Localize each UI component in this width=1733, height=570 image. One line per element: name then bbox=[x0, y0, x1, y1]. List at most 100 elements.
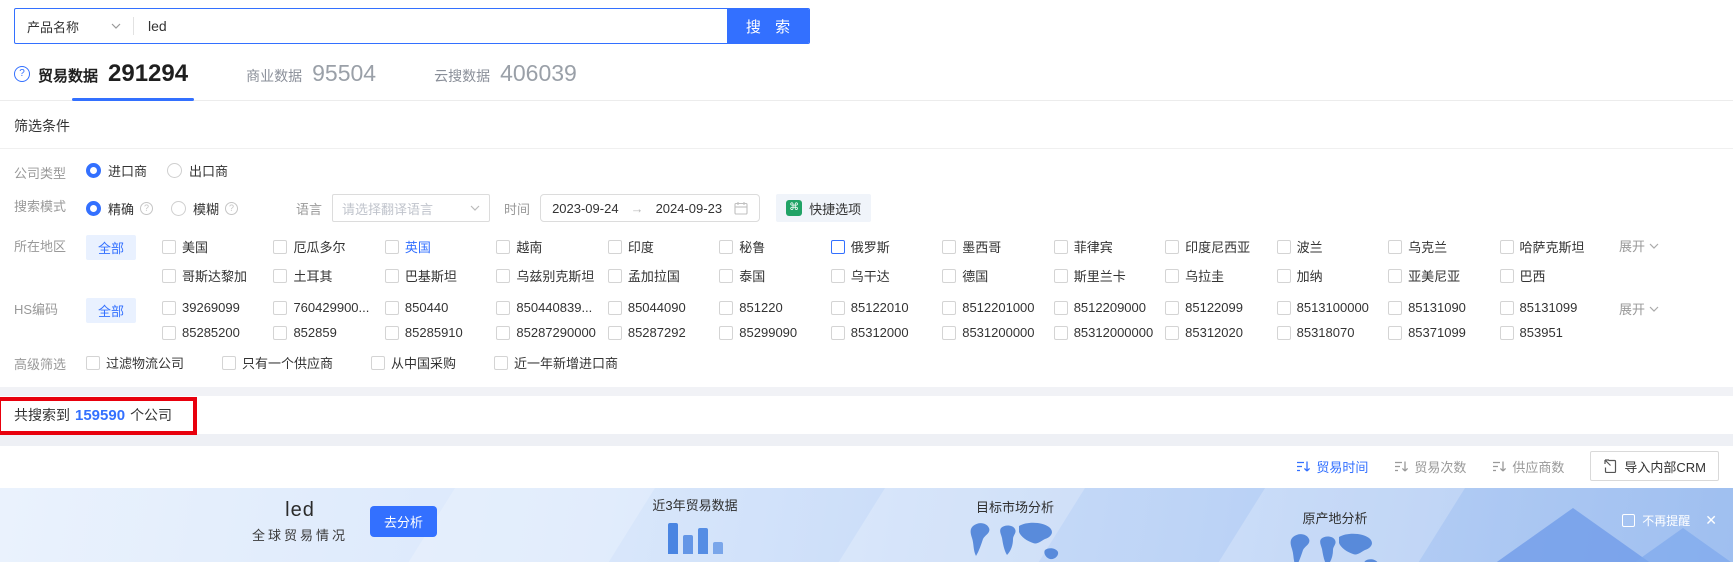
hs-checkbox-item[interactable]: 85287292 bbox=[607, 325, 719, 340]
checkbox[interactable] bbox=[496, 239, 511, 254]
hs-checkbox-item[interactable]: 85285200 bbox=[162, 325, 273, 340]
hs-checkbox-item[interactable]: 852859 bbox=[273, 325, 384, 340]
checkbox[interactable] bbox=[1276, 239, 1291, 254]
sort-trade-time[interactable]: 贸易时间 bbox=[1296, 457, 1368, 476]
checkbox[interactable] bbox=[607, 239, 622, 254]
region-checkbox-item[interactable]: 哥斯达黎加 bbox=[162, 266, 273, 285]
region-checkbox-item[interactable]: 乌兹别克斯坦 bbox=[496, 266, 607, 285]
hs-checkbox-item[interactable]: 8513100000 bbox=[1276, 300, 1388, 315]
hs-checkbox-item[interactable]: 39269099 bbox=[162, 300, 273, 315]
card-trade-data[interactable]: 近3年贸易数据 bbox=[640, 495, 750, 554]
search-input[interactable] bbox=[134, 9, 727, 43]
checkbox[interactable] bbox=[1388, 239, 1403, 254]
date-start[interactable]: 2023-09-24 bbox=[552, 201, 619, 216]
region-checkbox-item[interactable]: 英国 bbox=[384, 237, 496, 256]
checkbox[interactable] bbox=[607, 268, 622, 283]
card-origin-analysis[interactable]: 原产地分析 bbox=[1275, 508, 1395, 562]
hs-checkbox-item[interactable]: 8512201000 bbox=[942, 300, 1053, 315]
radio-importer[interactable]: 进口商 bbox=[86, 161, 147, 180]
hs-checkbox-item[interactable]: 85285910 bbox=[384, 325, 496, 340]
card-target-market[interactable]: 目标市场分析 bbox=[955, 497, 1075, 562]
checkbox[interactable] bbox=[222, 355, 237, 370]
hs-checkbox-item[interactable]: 85371099 bbox=[1388, 325, 1499, 340]
checkbox[interactable] bbox=[607, 325, 622, 340]
date-end[interactable]: 2024-09-23 bbox=[656, 201, 723, 216]
hs-checkbox-item[interactable]: 85131090 bbox=[1388, 300, 1499, 315]
checkbox[interactable] bbox=[830, 239, 845, 254]
region-checkbox-item[interactable]: 越南 bbox=[496, 237, 607, 256]
question-circle-icon[interactable]: ? bbox=[14, 66, 30, 82]
date-range-picker[interactable]: 2023-09-24 → 2024-09-23 bbox=[540, 194, 761, 222]
region-checkbox-item[interactable]: 巴基斯坦 bbox=[384, 266, 496, 285]
tab-cloud-search-data[interactable]: 云搜数据 406039 bbox=[434, 60, 577, 99]
checkbox[interactable] bbox=[1165, 268, 1180, 283]
hs-all-chip[interactable]: 全部 bbox=[86, 298, 137, 323]
region-expand-button[interactable]: 展开 bbox=[1619, 234, 1719, 255]
region-checkbox-item[interactable]: 土耳其 bbox=[273, 266, 384, 285]
hs-checkbox-item[interactable]: 8512209000 bbox=[1053, 300, 1165, 315]
sort-supplier-count[interactable]: 供应商数 bbox=[1492, 457, 1564, 476]
checkbox[interactable] bbox=[273, 300, 288, 315]
hs-checkbox-item[interactable]: 853951 bbox=[1499, 325, 1611, 340]
hs-expand-button[interactable]: 展开 bbox=[1619, 297, 1719, 318]
checkbox[interactable] bbox=[1388, 325, 1403, 340]
region-checkbox-item[interactable]: 巴西 bbox=[1499, 266, 1611, 285]
checkbox[interactable] bbox=[942, 268, 957, 283]
checkbox[interactable] bbox=[384, 239, 399, 254]
checkbox[interactable] bbox=[273, 239, 288, 254]
checkbox[interactable] bbox=[1499, 268, 1514, 283]
radio-exact-mode[interactable]: 精确 bbox=[86, 199, 134, 218]
hs-checkbox-item[interactable]: 85287290000 bbox=[496, 325, 607, 340]
radio-selected-icon[interactable] bbox=[86, 200, 101, 216]
checkbox[interactable] bbox=[1053, 239, 1068, 254]
advanced-checkbox-item[interactable]: 只有一个供应商 bbox=[222, 353, 333, 372]
advanced-checkbox-item[interactable]: 过滤物流公司 bbox=[86, 353, 184, 372]
hs-checkbox-item[interactable]: 850440839... bbox=[496, 300, 607, 315]
region-checkbox-item[interactable]: 乌拉圭 bbox=[1165, 266, 1276, 285]
hs-checkbox-item[interactable]: 85312020 bbox=[1165, 325, 1276, 340]
checkbox[interactable] bbox=[1053, 325, 1068, 340]
quick-options-button[interactable]: ⌘ 快捷选项 bbox=[776, 194, 872, 222]
checkbox[interactable] bbox=[1388, 268, 1403, 283]
region-checkbox-item[interactable]: 美国 bbox=[162, 237, 273, 256]
region-checkbox-item[interactable]: 波兰 bbox=[1276, 237, 1388, 256]
hs-checkbox-item[interactable]: 850440 bbox=[384, 300, 496, 315]
checkbox[interactable] bbox=[384, 325, 399, 340]
checkbox[interactable] bbox=[162, 300, 176, 315]
checkbox[interactable] bbox=[942, 325, 957, 340]
checkbox[interactable] bbox=[830, 325, 845, 340]
hs-checkbox-item[interactable]: 760429900... bbox=[273, 300, 384, 315]
hs-checkbox-item[interactable]: 85122099 bbox=[1165, 300, 1276, 315]
checkbox[interactable] bbox=[1053, 300, 1068, 315]
tab-trade-data[interactable]: ? 贸易数据 291294 bbox=[14, 60, 195, 101]
language-select[interactable]: 请选择翻译语言 bbox=[332, 194, 491, 222]
radio-icon[interactable] bbox=[171, 200, 187, 216]
advanced-checkbox-item[interactable]: 从中国采购 bbox=[371, 353, 456, 372]
checkbox[interactable] bbox=[1276, 325, 1291, 340]
region-checkbox-item[interactable]: 亚美尼亚 bbox=[1388, 266, 1499, 285]
dismiss-checkbox[interactable] bbox=[1622, 514, 1636, 527]
region-checkbox-item[interactable]: 乌克兰 bbox=[1388, 237, 1499, 256]
radio-fuzzy-mode[interactable]: 模糊 bbox=[171, 199, 219, 218]
checkbox[interactable] bbox=[1053, 268, 1068, 283]
region-checkbox-item[interactable]: 泰国 bbox=[719, 266, 830, 285]
region-checkbox-item[interactable]: 乌干达 bbox=[830, 266, 942, 285]
checkbox[interactable] bbox=[830, 300, 845, 315]
checkbox[interactable] bbox=[719, 325, 734, 340]
checkbox[interactable] bbox=[1165, 325, 1180, 340]
sort-trade-count[interactable]: 贸易次数 bbox=[1394, 457, 1466, 476]
checkbox[interactable] bbox=[1276, 268, 1291, 283]
checkbox[interactable] bbox=[1276, 300, 1291, 315]
radio-selected-icon[interactable] bbox=[86, 163, 101, 178]
region-checkbox-item[interactable]: 厄瓜多尔 bbox=[273, 237, 384, 256]
checkbox[interactable] bbox=[1499, 300, 1514, 315]
region-checkbox-item[interactable]: 墨西哥 bbox=[942, 237, 1053, 256]
tab-business-data[interactable]: 商业数据 95504 bbox=[246, 60, 376, 99]
hs-checkbox-item[interactable]: 85312000000 bbox=[1053, 325, 1165, 340]
checkbox[interactable] bbox=[162, 325, 176, 340]
checkbox[interactable] bbox=[162, 268, 176, 283]
region-checkbox-item[interactable]: 加纳 bbox=[1276, 266, 1388, 285]
results-count[interactable]: 159590 bbox=[75, 407, 125, 424]
region-checkbox-item[interactable]: 印度尼西亚 bbox=[1165, 237, 1276, 256]
advanced-checkbox-item[interactable]: 近一年新增进口商 bbox=[494, 353, 618, 372]
